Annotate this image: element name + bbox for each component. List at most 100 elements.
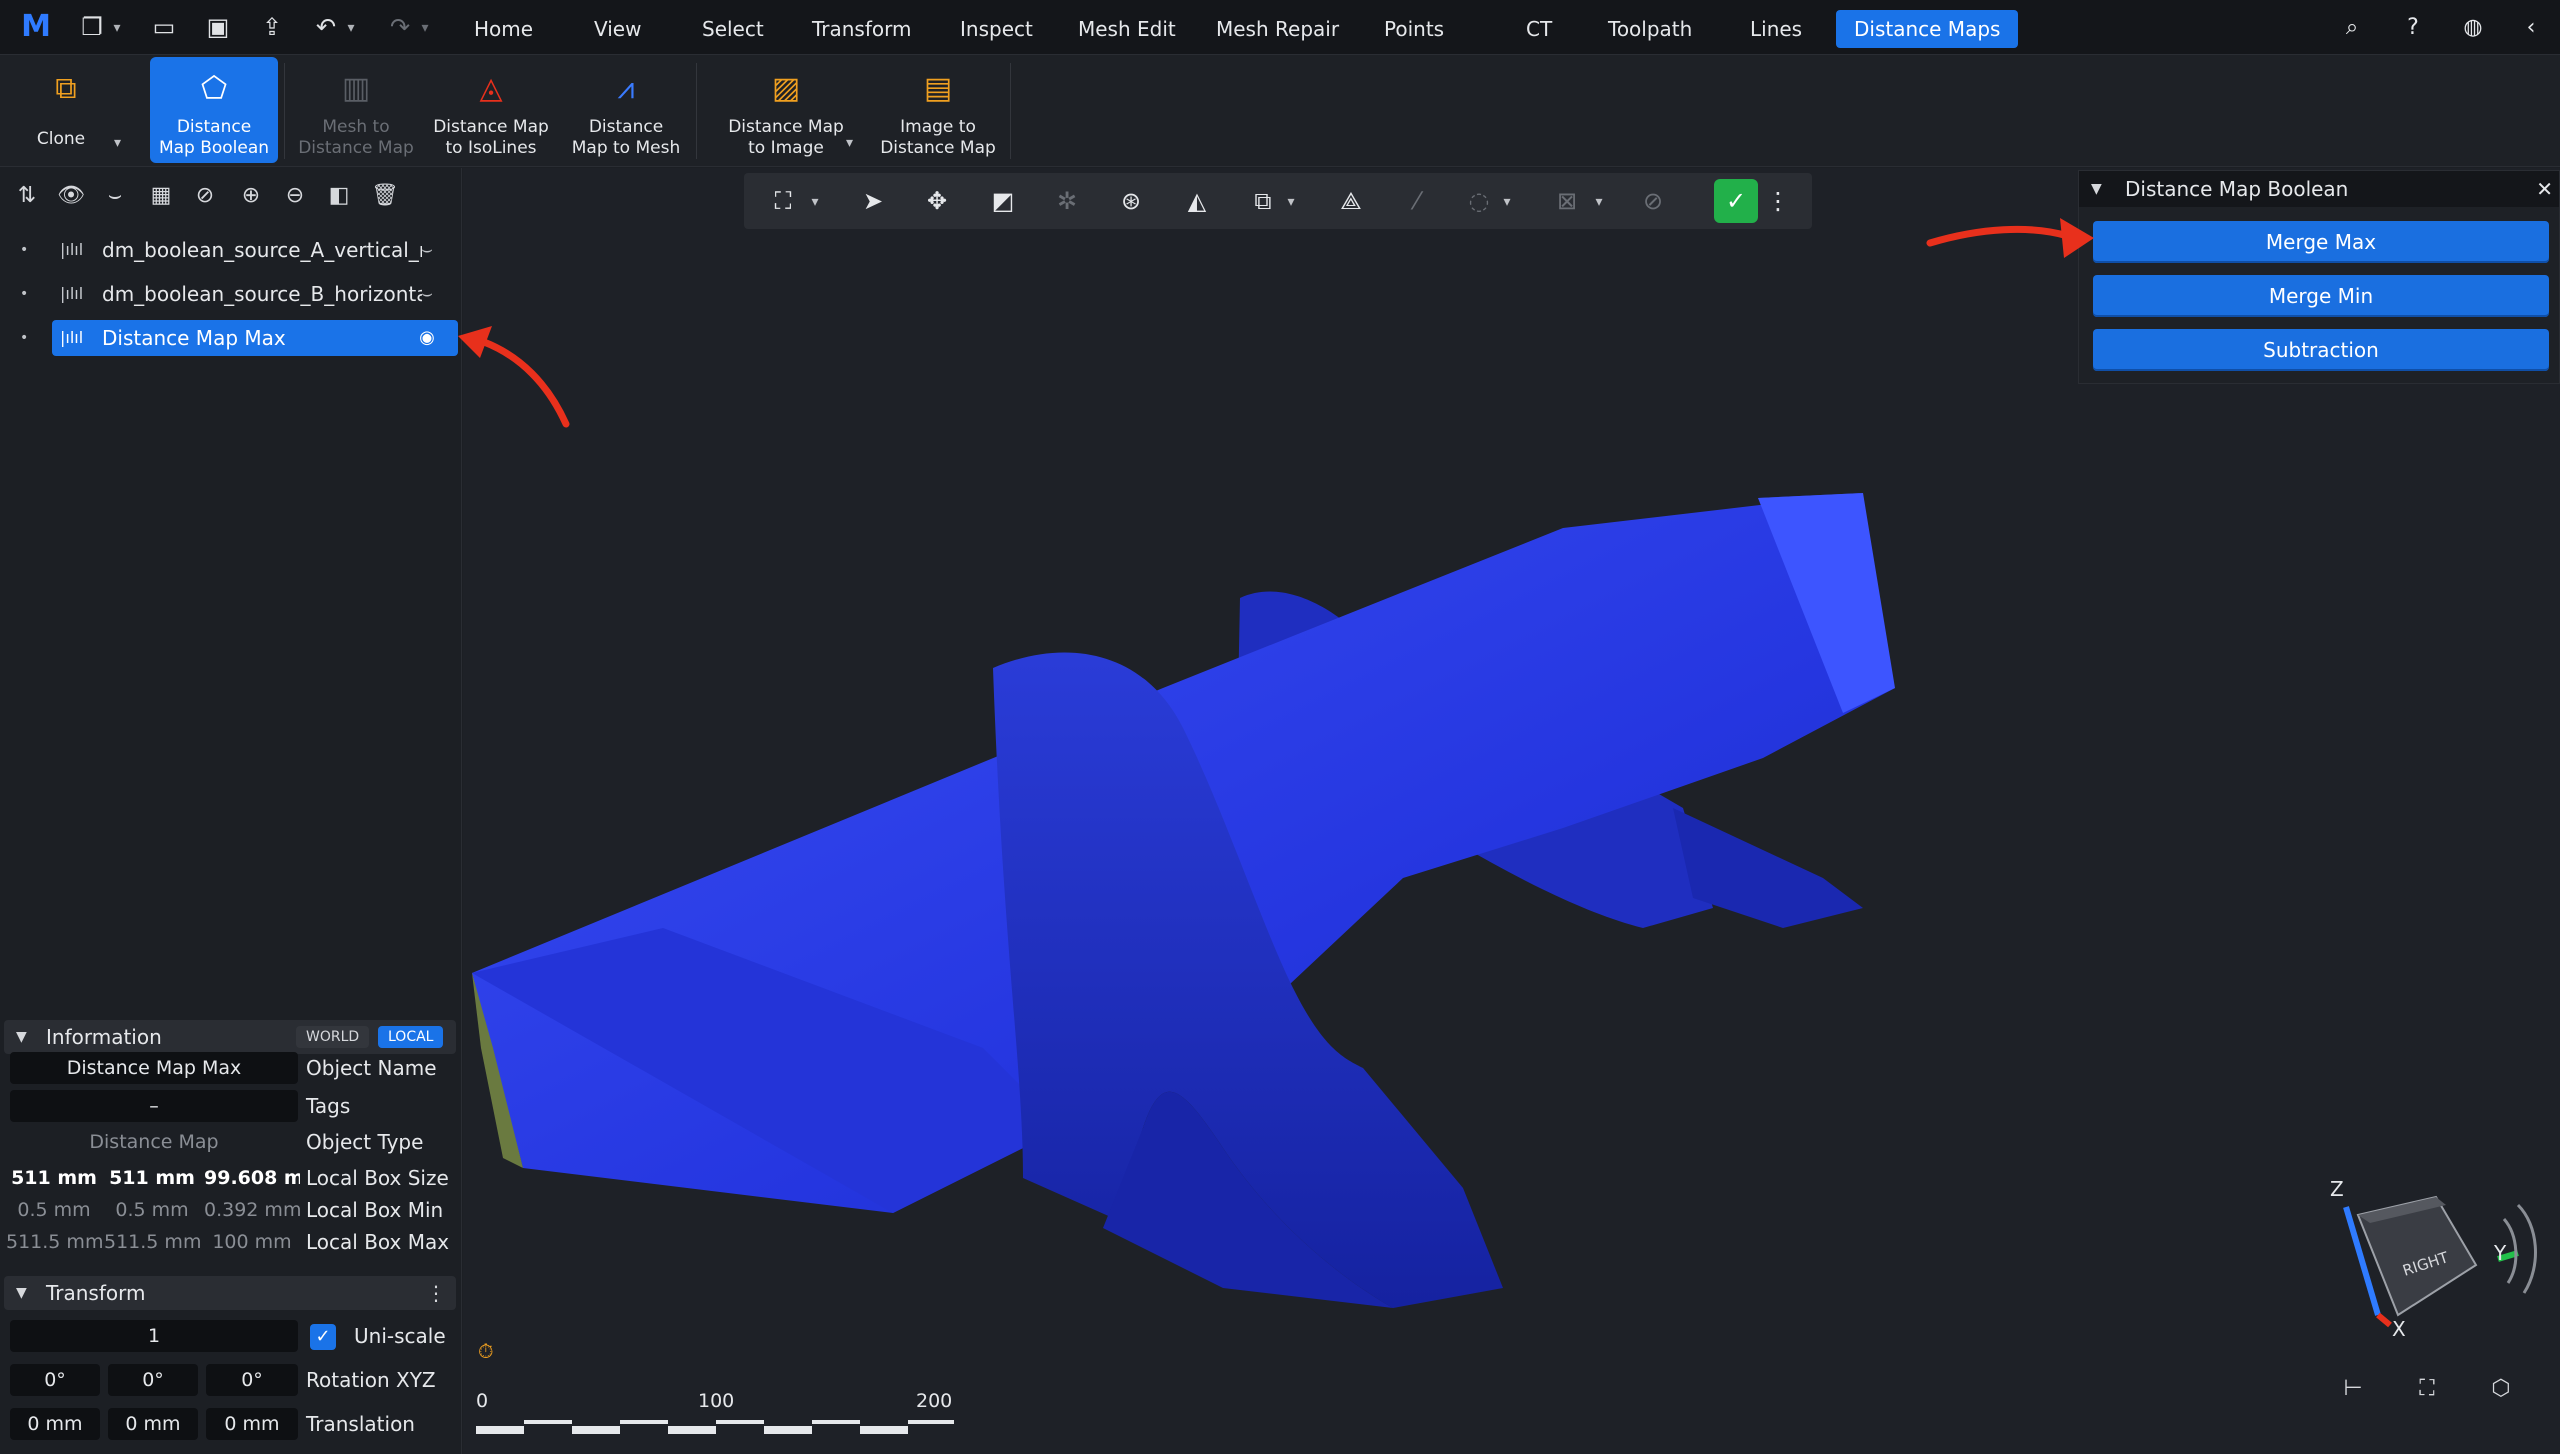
- translation-x-input[interactable]: 0 mm: [10, 1408, 100, 1440]
- tab-select[interactable]: Select: [684, 10, 782, 48]
- tab-lines[interactable]: Lines: [1732, 10, 1820, 48]
- measure-icon[interactable]: ⊢: [2336, 1372, 2370, 1406]
- chevron-down-icon[interactable]: ▾: [808, 185, 822, 217]
- new-file-icon[interactable]: ❐: [78, 13, 106, 41]
- scale-bar: 0 100 200: [476, 1390, 956, 1440]
- tab-home[interactable]: Home: [456, 10, 551, 48]
- merge-max-button[interactable]: Merge Max: [2093, 221, 2549, 263]
- chevron-down-icon: ▼: [16, 1285, 27, 1301]
- chevron-down-icon: ▼: [16, 1029, 27, 1045]
- move-up-icon[interactable]: ⊕: [234, 180, 268, 212]
- tab-distance-maps[interactable]: Distance Maps: [1836, 10, 2019, 48]
- hidden-eye-icon[interactable]: ⌣: [412, 232, 442, 268]
- distance-map-boolean-button[interactable]: ⬠ Distance Map Boolean: [150, 57, 278, 163]
- distance-map-to-image-button[interactable]: ▨ Distance Map to Image: [716, 57, 856, 163]
- tab-view[interactable]: View: [576, 10, 659, 48]
- scale-input[interactable]: 1: [10, 1320, 298, 1352]
- tab-transform[interactable]: Transform: [794, 10, 929, 48]
- ribbon-separator: [1010, 63, 1011, 159]
- chevron-down-icon[interactable]: ▾: [846, 135, 853, 151]
- tab-inspect[interactable]: Inspect: [942, 10, 1051, 48]
- open-folder-icon[interactable]: ▭: [150, 13, 178, 41]
- world-toggle[interactable]: WORLD: [296, 1026, 370, 1048]
- section-icon[interactable]: ⊛: [1114, 185, 1148, 217]
- shapes-icon[interactable]: ◭: [1180, 185, 1214, 217]
- distance-map-boolean-icon: ⬠: [200, 71, 228, 106]
- move-down-icon[interactable]: ⊖: [278, 180, 312, 212]
- information-header[interactable]: ▼ Information WORLD LOCAL: [4, 1020, 456, 1054]
- move-icon[interactable]: ✥: [920, 185, 954, 217]
- collapse-icon[interactable]: ‹: [2516, 13, 2546, 43]
- object-name-input[interactable]: Distance Map Max: [10, 1052, 298, 1084]
- hidden-eye-icon[interactable]: ⌣: [412, 276, 442, 312]
- rotation-z-input[interactable]: 0°: [206, 1364, 298, 1396]
- menu-bar: M ❐ ▾ ▭ ▣ ⇪ ↶ ▾ ↷ ▾ Home View Select Tra…: [0, 0, 2560, 55]
- copy-icon[interactable]: ⧉: [1246, 185, 1280, 217]
- clone-button[interactable]: ⧉ Clone: [6, 57, 146, 163]
- visible-eye-icon[interactable]: ◉: [412, 320, 442, 356]
- sort-icon[interactable]: ⇅: [10, 180, 44, 212]
- close-icon[interactable]: ✕: [2536, 171, 2553, 207]
- chevron-down-icon[interactable]: ▾: [344, 13, 358, 41]
- select-pointer-icon[interactable]: ➤: [856, 185, 890, 217]
- image-to-distance-map-button[interactable]: ▤ Image to Distance Map: [870, 57, 1006, 163]
- delete-icon[interactable]: 🗑: [368, 180, 402, 212]
- transform-header[interactable]: ▼ Transform ⋮: [4, 1276, 456, 1310]
- undo-icon[interactable]: ↶: [312, 13, 340, 41]
- help-icon[interactable]: ?: [2398, 13, 2428, 43]
- tab-mesh-edit[interactable]: Mesh Edit: [1060, 10, 1194, 48]
- globe-icon[interactable]: ◍: [2458, 13, 2488, 43]
- translation-z-input[interactable]: 0 mm: [206, 1408, 298, 1440]
- tree-item[interactable]: • |ılıl dm_boolean_source_A_vertical_ri …: [12, 232, 452, 268]
- uniscale-checkbox[interactable]: ✓: [310, 1324, 336, 1350]
- flip-icon[interactable]: ◧: [322, 180, 356, 212]
- dialog-header[interactable]: ▼ Distance Map Boolean ✕: [2079, 171, 2559, 207]
- translation-y-input[interactable]: 0 mm: [108, 1408, 198, 1440]
- distance-map-to-isolines-button[interactable]: ◬ Distance Map to IsoLines: [426, 57, 556, 163]
- distance-map-to-mesh-button[interactable]: ⩘ Distance Map to Mesh: [560, 57, 692, 163]
- z-axis-label: Z: [2330, 1177, 2344, 1201]
- show-icon[interactable]: 👁: [54, 180, 88, 212]
- tab-points[interactable]: Points: [1366, 10, 1462, 48]
- tree-item-selected[interactable]: • |ılıl Distance Map Max ◉: [12, 320, 458, 356]
- chevron-down-icon[interactable]: ▾: [114, 135, 121, 151]
- tree-item[interactable]: • |ılıl dm_boolean_source_B_horizonta ⌣: [12, 276, 452, 312]
- merge-min-button[interactable]: Merge Min: [2093, 275, 2549, 317]
- chevron-down-icon[interactable]: ▾: [1592, 185, 1606, 217]
- hide-icon[interactable]: ⌣: [98, 180, 132, 212]
- navigation-cube[interactable]: RIGHT Z Y X: [2318, 1175, 2548, 1355]
- confirm-check-icon[interactable]: ✓: [1714, 179, 1758, 223]
- distance-map-icon: |ılıl: [60, 328, 84, 347]
- search-icon[interactable]: ⌕: [2337, 13, 2367, 43]
- fit-all-icon[interactable]: ⛶: [2410, 1372, 2444, 1406]
- add-shape-icon[interactable]: ◩: [986, 185, 1020, 217]
- rotate-cw-icon[interactable]: [2516, 1203, 2537, 1294]
- ribbon-separator: [696, 63, 697, 159]
- chevron-down-icon[interactable]: ▼: [2091, 171, 2102, 207]
- more-options-icon[interactable]: ⋮: [1766, 185, 1790, 217]
- rotation-y-input[interactable]: 0°: [108, 1364, 198, 1396]
- chevron-down-icon[interactable]: ▾: [1284, 185, 1298, 217]
- cube-view-icon[interactable]: ⬡: [2484, 1372, 2518, 1406]
- tab-mesh-repair[interactable]: Mesh Repair: [1198, 10, 1357, 48]
- rotation-x-input[interactable]: 0°: [10, 1364, 100, 1396]
- box-max-z: 100 mm: [212, 1231, 292, 1253]
- mesh-icon: ✲: [1056, 187, 1078, 215]
- subtraction-button[interactable]: Subtraction: [2093, 329, 2549, 371]
- local-toggle[interactable]: LOCAL: [378, 1026, 444, 1048]
- timer-icon[interactable]: ⏱: [478, 1340, 500, 1362]
- fit-view-icon[interactable]: ⛶: [766, 185, 800, 217]
- object-type-label: Object Type: [306, 1130, 424, 1154]
- tab-toolpath[interactable]: Toolpath: [1590, 10, 1710, 48]
- tags-input[interactable]: –: [10, 1090, 298, 1122]
- tab-ct[interactable]: CT: [1508, 10, 1570, 48]
- chevron-down-icon[interactable]: ▾: [110, 13, 124, 41]
- export-icon[interactable]: ⇪: [258, 13, 286, 41]
- paint-icon[interactable]: ⟁: [1334, 185, 1368, 217]
- save-icon[interactable]: ▣: [204, 13, 232, 41]
- more-options-icon[interactable]: ⋮: [426, 1276, 446, 1310]
- app-logo-icon[interactable]: M: [16, 12, 56, 42]
- select-all-icon[interactable]: ▦: [144, 180, 178, 212]
- chevron-down-icon[interactable]: ▾: [1500, 185, 1514, 217]
- deselect-icon[interactable]: ⊘: [188, 180, 222, 212]
